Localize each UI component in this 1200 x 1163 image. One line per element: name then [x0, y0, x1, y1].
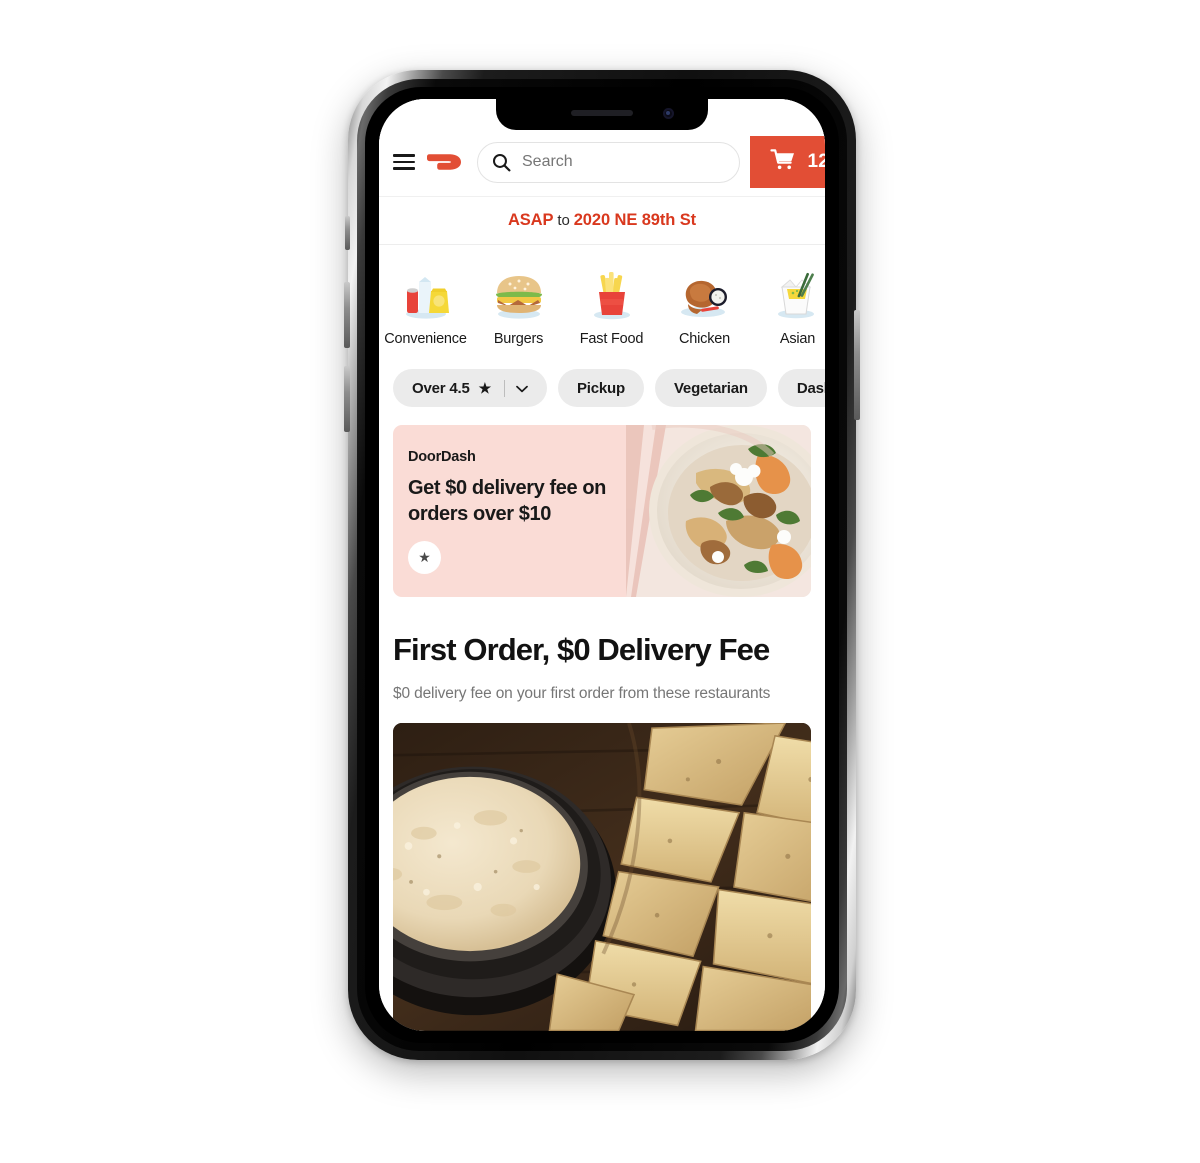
roast-chicken-icon	[674, 267, 736, 325]
filter-chip-label: Pickup	[576, 379, 625, 397]
convenience-store-icon	[395, 267, 457, 325]
filter-chip-row[interactable]: Over 4.5 ★ Pickup Vegetarian Das	[379, 357, 825, 421]
search-input[interactable]	[522, 153, 726, 171]
filter-chip-label: DashPa	[796, 379, 825, 397]
category-item-chicken[interactable]: Chicken	[658, 267, 751, 347]
power-button[interactable]	[854, 310, 860, 420]
category-carousel[interactable]: Convenience Burgers Fast Food Chicken As…	[379, 245, 825, 357]
doordash-logo-icon[interactable]	[425, 149, 463, 175]
delivery-time-label: ASAP	[507, 211, 554, 229]
category-label: Burgers	[493, 331, 544, 347]
phone-screen: 12 ASAP to 2020 NE 89th St	[379, 99, 825, 1031]
category-label: Convenience	[384, 331, 467, 347]
filter-chip-rating[interactable]: Over 4.5 ★	[393, 369, 547, 407]
address-connector: to	[557, 212, 570, 229]
page-title: First Order, $0 Delivery Fee	[393, 632, 770, 667]
delivery-address-label: 2020 NE 89th St	[573, 211, 697, 229]
cart-button[interactable]: 12	[750, 136, 825, 188]
volume-down-button[interactable]	[344, 366, 350, 432]
search-icon	[492, 153, 511, 172]
filter-chip-vegetarian[interactable]: Vegetarian	[654, 369, 767, 407]
shopping-cart-icon	[770, 148, 796, 177]
french-fries-icon	[581, 267, 643, 325]
category-label: Chicken	[679, 331, 730, 347]
device-notch	[496, 99, 708, 130]
hamburger-menu-icon[interactable]	[393, 154, 415, 170]
phone-device-frame: 12 ASAP to 2020 NE 89th St	[344, 70, 860, 1060]
front-camera-icon	[663, 108, 674, 119]
cart-item-count: 12	[807, 151, 825, 172]
promo-title: Get $0 delivery fee on orders over $10	[408, 477, 606, 526]
section-header: First Order, $0 Delivery Fee $0 delivery…	[379, 597, 825, 705]
page-background: 12 ASAP to 2020 NE 89th St	[0, 0, 1200, 1163]
filter-chip-pickup[interactable]: Pickup	[557, 369, 644, 407]
delivery-address-bar[interactable]: ASAP to 2020 NE 89th St	[379, 197, 825, 245]
queso-dip-image	[393, 723, 811, 1031]
category-label: Asian	[779, 331, 816, 347]
burger-icon	[488, 267, 550, 325]
silence-switch[interactable]	[345, 216, 350, 250]
star-icon: ★	[478, 380, 492, 396]
category-item-burgers[interactable]: Burgers	[472, 267, 565, 347]
category-item-fast-food[interactable]: Fast Food	[565, 267, 658, 347]
volume-up-button[interactable]	[344, 282, 350, 348]
promo-banner[interactable]: DoorDash Get $0 delivery fee on orders o…	[393, 425, 811, 597]
search-bar[interactable]	[477, 141, 741, 183]
earpiece-speaker	[571, 110, 633, 116]
filter-chip-dashpass[interactable]: DashPa	[777, 369, 825, 407]
filter-chip-label: Vegetarian	[673, 379, 748, 397]
star-icon: ★	[408, 540, 441, 574]
doordash-app: 12 ASAP to 2020 NE 89th St	[379, 99, 825, 1031]
promo-brand-label: DoorDash	[408, 449, 476, 465]
category-item-asian[interactable]: Asian	[751, 267, 825, 347]
restaurant-card[interactable]	[393, 723, 811, 1031]
filter-chip-label: Over 4.5	[412, 379, 470, 397]
chip-divider	[503, 379, 505, 397]
category-item-convenience[interactable]: Convenience	[379, 267, 472, 347]
page-subtitle: $0 delivery fee on your first order from…	[393, 685, 771, 703]
takeout-box-icon	[767, 267, 826, 325]
category-label: Fast Food	[579, 331, 644, 347]
chevron-down-icon[interactable]	[516, 380, 528, 397]
